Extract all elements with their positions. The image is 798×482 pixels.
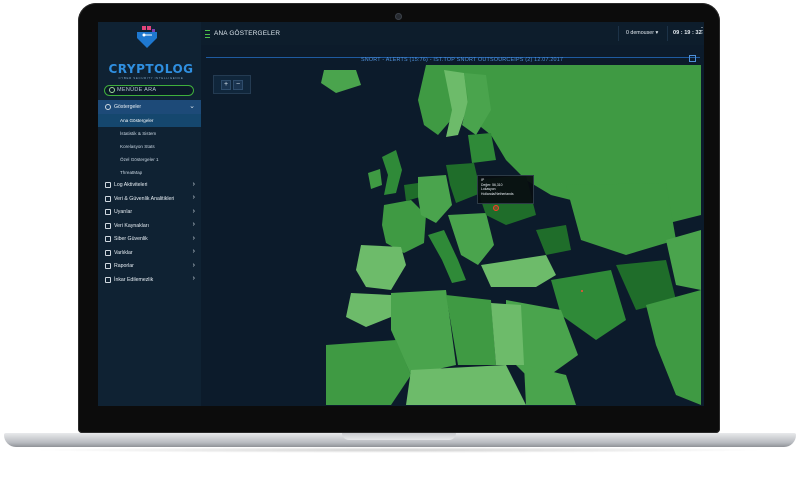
sidebar-item-varliklar[interactable]: Varlıklar › — [98, 246, 201, 260]
sidebar-item-label: Varlıklar — [114, 249, 133, 256]
sidebar-item-label: Veri & Güvenlik Analitikleri — [114, 195, 175, 202]
top-bar: ANA GÖSTERGELER 0 demouser ▾ 09 : 19 : 3… — [201, 22, 704, 46]
sidebar-item-label: Göstergeler — [114, 103, 142, 110]
chevron-right-icon: › — [192, 261, 195, 269]
menu-icon[interactable] — [205, 30, 210, 38]
zoom-controls: + − — [213, 75, 251, 94]
map-tooltip: IP Değer: 56,310 Lokasyon Hollanda/Nethe… — [477, 175, 534, 204]
sidebar-item-label: Log Aktiviteleri — [114, 182, 148, 189]
globe-icon — [105, 236, 111, 243]
sidebar-item-label: Uyarılar — [114, 209, 133, 216]
chevron-right-icon: › — [192, 194, 195, 201]
sidebar-item-veri-kaynaklari[interactable]: Veri Kaynakları › — [98, 219, 201, 233]
report-icon — [105, 263, 111, 270]
sidebar-item-label: Veri Kaynakları — [114, 222, 149, 229]
bell-icon — [105, 209, 111, 216]
region-sahel[interactable] — [406, 365, 526, 405]
user-menu[interactable]: 0 demouser ▾ — [626, 30, 658, 36]
chevron-right-icon: › — [192, 180, 195, 188]
chevron-right-icon: › — [192, 221, 195, 228]
sidebar-subitem-istatistik[interactable]: İstatistik & Sistem — [98, 127, 201, 140]
zoom-in-button[interactable]: + — [221, 79, 231, 90]
check-icon — [105, 276, 111, 283]
laptop-shadow — [30, 447, 770, 453]
shield-icon — [105, 195, 111, 202]
screen: CRYPTOLOG CYBER SECURITY INTELLIGENCE ME… — [98, 22, 704, 406]
zoom-out-button[interactable]: − — [233, 79, 243, 90]
page-title: ANA GÖSTERGELER — [214, 30, 281, 37]
chevron-right-icon: › — [192, 207, 195, 215]
sidebar-item-siber-guvenlik[interactable]: Siber Güvenlik › — [98, 233, 201, 247]
sidebar-item-log[interactable]: Log Aktiviteleri › — [98, 179, 201, 193]
menu-search[interactable]: MENÜDE ARA — [104, 85, 194, 96]
sidebar-item-label: Siber Güvenlik — [114, 236, 148, 243]
sidebar-item-label: İnkar Edilemezlik — [114, 276, 154, 283]
chevron-right-icon: › — [192, 275, 195, 282]
laptop-base-lip — [342, 433, 456, 440]
panel-title: SNORT - ALERTS (15:76) - IST.TOP SNORT O… — [361, 57, 564, 63]
divider — [618, 26, 619, 41]
database-icon — [105, 222, 111, 229]
threat-map[interactable] — [206, 65, 701, 405]
sidebar-menu: Göstergeler ⌄ Ana Göstergeler İstatistik… — [98, 100, 201, 287]
camera — [395, 13, 402, 20]
chevron-down-icon: ⌄ — [189, 103, 195, 110]
more-icon[interactable]: ⋮ — [698, 27, 704, 35]
logo: CRYPTOLOG CYBER SECURITY INTELLIGENCE — [98, 22, 201, 80]
folder-icon — [105, 249, 111, 256]
sidebar-item-gostergeler[interactable]: Göstergeler ⌄ — [98, 100, 201, 114]
region-egypt[interactable] — [491, 303, 524, 365]
brand-tagline: CYBER SECURITY INTELLIGENCE — [118, 76, 184, 80]
region-baltics[interactable] — [468, 133, 496, 163]
log-icon — [105, 182, 111, 189]
sidebar-item-uyarilar[interactable]: Uyarılar › — [98, 206, 201, 220]
sidebar-item-analitik[interactable]: Veri & Güvenlik Analitikleri › — [98, 192, 201, 206]
expand-icon[interactable] — [689, 55, 696, 62]
sidebar: CRYPTOLOG CYBER SECURITY INTELLIGENCE ME… — [98, 22, 202, 406]
chevron-right-icon: › — [192, 234, 195, 242]
chevron-right-icon: › — [192, 248, 195, 255]
threat-dot[interactable] — [581, 290, 583, 292]
search-icon — [109, 87, 115, 93]
dashboard-icon — [105, 103, 111, 110]
logo-mark-icon — [137, 26, 157, 48]
sidebar-item-inkar[interactable]: İnkar Edilemezlik › — [98, 273, 201, 287]
sidebar-subitem-ozel-gostergeler[interactable]: Özel Göstergeler 1 — [98, 153, 201, 166]
sidebar-subitem-ana-gostergeler[interactable]: Ana Göstergeler — [98, 113, 201, 127]
brand-name: CRYPTOLOG — [108, 62, 194, 76]
threat-pin-icon[interactable] — [493, 205, 499, 211]
tooltip-line: Hollanda/Netherlands — [481, 191, 514, 196]
sidebar-subitem-threatmap[interactable]: ThreatMap — [98, 166, 201, 179]
sidebar-item-raporlar[interactable]: Raporlar › — [98, 260, 201, 274]
sidebar-subitem-korelasyon[interactable]: Korelasyon Stats — [98, 140, 201, 153]
search-placeholder: MENÜDE ARA — [117, 87, 157, 93]
map-panel: SNORT - ALERTS (15:76) - IST.TOP SNORT O… — [201, 45, 704, 406]
divider — [667, 26, 668, 41]
sidebar-item-label: Raporlar — [114, 263, 134, 270]
